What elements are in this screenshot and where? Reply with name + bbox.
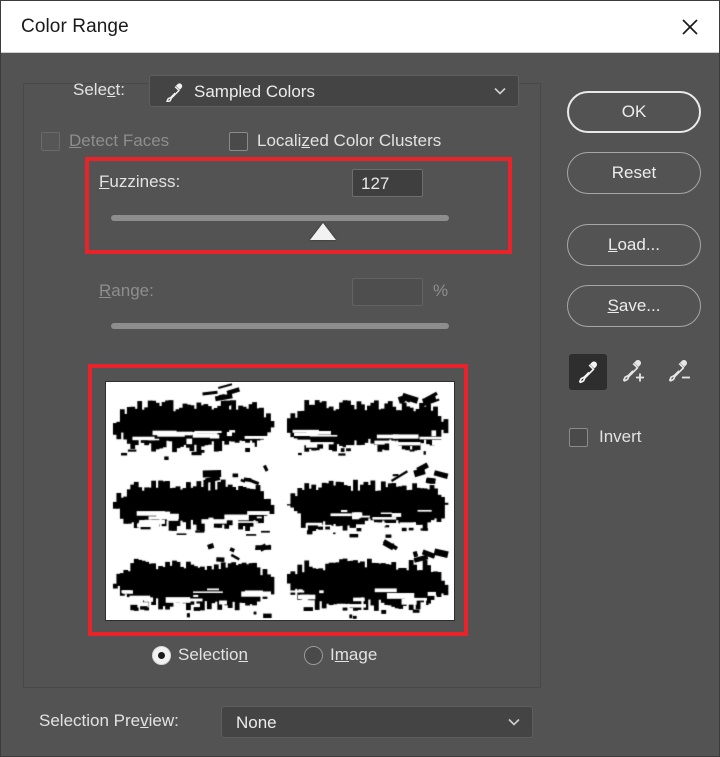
fuzziness-input[interactable]: 127 (352, 169, 423, 197)
eyedropper-plus-icon[interactable] (615, 354, 653, 390)
ok-button[interactable]: OK (567, 91, 701, 133)
localized-color-clusters-label: Localized Color Clusters (257, 131, 442, 150)
select-dropdown[interactable]: Sampled Colors (149, 75, 519, 107)
color-range-dialog: Color Range Select: Sampled Colors Detec… (0, 0, 720, 757)
select-value: Sampled Colors (194, 82, 315, 101)
preview-mode-image-radio[interactable] (304, 646, 323, 665)
chevron-down-icon (508, 718, 520, 726)
selection-preview-thumbnail[interactable] (105, 381, 455, 621)
load-button[interactable]: Load... (567, 224, 701, 266)
select-label: Select: (73, 80, 125, 99)
range-unit-label: % (433, 281, 449, 300)
detect-faces-checkbox (41, 132, 60, 151)
close-icon[interactable] (667, 7, 713, 47)
detect-faces-label: Detect Faces (69, 131, 170, 150)
dialog-title: Color Range (21, 16, 129, 37)
fuzziness-slider-thumb[interactable] (310, 223, 336, 240)
reset-button[interactable]: Reset (567, 152, 701, 194)
preview-mode-selection-label: Selection (178, 645, 248, 664)
range-label: Range: (99, 281, 154, 300)
preview-canvas (106, 382, 454, 620)
dialog-titlebar: Color Range (1, 1, 719, 53)
eyedropper-icon[interactable] (569, 354, 607, 390)
selection-preview-value: None (236, 713, 277, 732)
selection-preview-dropdown[interactable]: None (221, 706, 533, 738)
selection-preview-label: Selection Preview: (39, 711, 179, 730)
invert-label: Invert (599, 427, 642, 446)
chevron-down-icon (494, 87, 506, 95)
eyedropper-minus-icon[interactable] (661, 354, 699, 390)
fuzziness-value: 127 (361, 174, 390, 193)
range-slider-track (111, 323, 449, 329)
fuzziness-label: Fuzziness: (99, 172, 181, 191)
load-button-label: Load... (607, 235, 660, 254)
eyedropper-icon (163, 82, 185, 103)
preview-mode-selection-radio[interactable] (152, 646, 171, 665)
save-button[interactable]: Save... (567, 285, 701, 327)
localized-color-clusters-checkbox[interactable] (229, 132, 248, 151)
fuzziness-slider-track[interactable] (111, 215, 449, 221)
save-button-label: Save... (607, 296, 661, 315)
invert-checkbox[interactable] (569, 428, 588, 447)
range-input (352, 278, 423, 306)
preview-mode-image-label: Image (330, 645, 378, 664)
